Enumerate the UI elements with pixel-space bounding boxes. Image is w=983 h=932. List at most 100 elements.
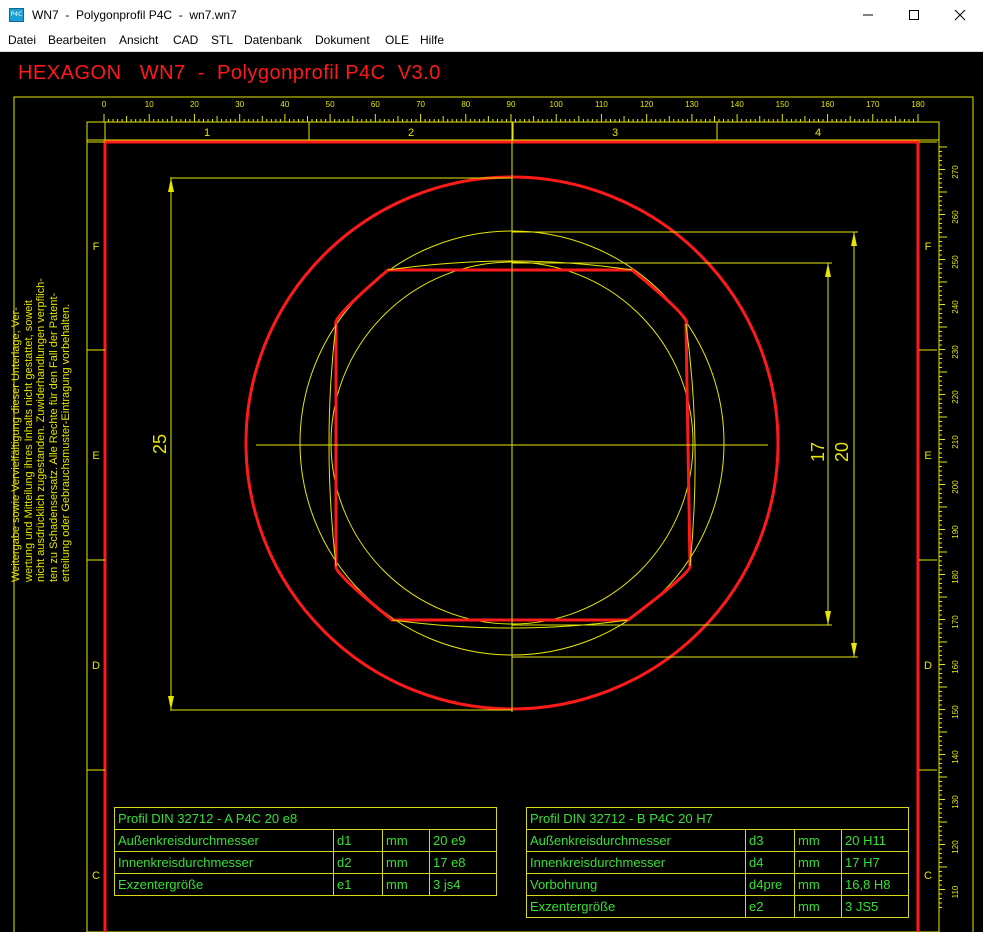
table-cell: d4pre (745, 873, 795, 896)
menu-dokument[interactable]: Dokument (315, 33, 370, 47)
ruler-label: 150 (776, 100, 790, 109)
table-cell: Innenkreisdurchmesser (526, 851, 746, 874)
table-cell: mm (794, 895, 842, 918)
zone-column-label: 4 (815, 127, 821, 139)
menu-bar: Datei Bearbeiten Ansicht CAD STL Datenba… (0, 30, 983, 52)
table-row: Exzentergröße e1 mm 3 js4 (114, 873, 497, 896)
ruler-label: 210 (951, 435, 960, 449)
ruler-label: 110 (595, 100, 608, 109)
dim-25-label: 25 (150, 434, 170, 454)
table-cell: 20 e9 (429, 829, 497, 852)
ruler-label: 30 (235, 100, 244, 109)
table-cell: Exzentergröße (526, 895, 746, 918)
ruler-label: 190 (951, 525, 960, 539)
table-cell: Außenkreisdurchmesser (526, 829, 746, 852)
dim-20-label: 20 (832, 442, 852, 462)
table-b-title: Profil DIN 32712 - B P4C 20 H7 (526, 807, 909, 830)
dim-20-arrow-top (851, 232, 857, 246)
ruler-label: 150 (951, 705, 960, 719)
table-cell: Innenkreisdurchmesser (114, 851, 334, 874)
dim-17-arrow-bottom (825, 611, 831, 625)
dim-20-arrow-bottom (851, 643, 857, 657)
zone-row-label: D (924, 660, 932, 672)
ruler-label: 170 (866, 100, 880, 109)
ruler-label: 220 (951, 390, 960, 404)
table-cell: Exzentergröße (114, 873, 334, 896)
ruler-label: 120 (640, 100, 654, 109)
table-cell: d3 (745, 829, 795, 852)
ruler-label: 250 (951, 255, 960, 269)
menu-stl[interactable]: STL (211, 33, 233, 47)
ruler-label: 40 (280, 100, 289, 109)
ruler-label: 140 (951, 750, 960, 764)
dim-17-arrow-top (825, 263, 831, 277)
table-cell: 17 e8 (429, 851, 497, 874)
ruler-label: 180 (911, 100, 925, 109)
ruler-label: 160 (951, 660, 960, 674)
ruler-label: 160 (821, 100, 835, 109)
table-cell: mm (794, 851, 842, 874)
drawing-canvas[interactable]: HEXAGON WN7 - Polygonprofil P4C V3.0 0 10… (0, 52, 983, 932)
table-cell: mm (794, 873, 842, 896)
ruler-label: 110 (951, 885, 960, 898)
top-ruler: 0 10 20 30 40 50 60 70 80 90 100 110 120 130 140 150 160… (102, 100, 925, 123)
close-icon (954, 9, 966, 21)
zone-row-label: F (925, 241, 932, 253)
ruler-label: 270 (951, 165, 960, 179)
ruler-label: 240 (951, 300, 960, 314)
ruler-label: 70 (416, 100, 425, 109)
zone-row-label: C (92, 870, 100, 882)
ruler-label: 260 (951, 210, 960, 224)
zone-row-label: E (924, 450, 931, 462)
ruler-label: 140 (730, 100, 744, 109)
menu-cad[interactable]: CAD (173, 33, 198, 47)
ruler-label: 170 (951, 615, 960, 629)
zone-column-label: 3 (612, 127, 618, 139)
ruler-label: 130 (951, 795, 960, 809)
zone-column-label: 1 (204, 127, 210, 139)
legal-notice-line: nicht ausdrücklich zugestanden. Zuwiderh… (35, 278, 47, 582)
ruler-label: 60 (371, 100, 380, 109)
menu-datenbank[interactable]: Datenbank (244, 33, 302, 47)
menu-bearbeiten[interactable]: Bearbeiten (48, 33, 106, 47)
dim-25-arrow-bottom (168, 696, 174, 710)
ruler-label: 200 (951, 480, 960, 494)
table-row: Außenkreisdurchmesser d3 mm 20 H11 (526, 829, 909, 852)
table-cell: mm (382, 851, 430, 874)
app-icon: P4C (9, 8, 24, 22)
ruler-label: 90 (507, 100, 516, 109)
dim-25-arrow-top (168, 178, 174, 192)
minimize-icon (863, 14, 873, 16)
ruler-label: 120 (951, 840, 960, 854)
table-a-title: Profil DIN 32712 - A P4C 20 e8 (114, 807, 497, 830)
ruler-label: 50 (326, 100, 335, 109)
profile-table-b: Profil DIN 32712 - B P4C 20 H7 Außenkrei… (526, 807, 909, 918)
legal-notice-line: ten zu Schadensersatz. Alle Rechte für d… (47, 292, 60, 582)
table-row: Exzentergröße e2 mm 3 JS5 (526, 895, 909, 918)
table-cell: d2 (333, 851, 383, 874)
dim-17-label: 17 (808, 442, 828, 462)
ruler-label: 10 (145, 100, 154, 109)
minimize-button[interactable] (845, 0, 891, 30)
table-cell: mm (382, 829, 430, 852)
table-cell: mm (794, 829, 842, 852)
ruler-label: 20 (190, 100, 199, 109)
table-cell: Außenkreisdurchmesser (114, 829, 334, 852)
ruler-label: 0 (102, 100, 107, 109)
menu-datei[interactable]: Datei (8, 33, 36, 47)
right-ruler: 270 260 250 240 230 220 210 200 190 180 170 160 150 1… (939, 146, 960, 908)
table-row: Innenkreisdurchmesser d2 mm 17 e8 (114, 851, 497, 874)
ruler-label: 130 (685, 100, 699, 109)
ruler-label: 80 (461, 100, 470, 109)
legal-notice-line: erteilung oder Gebrauchsmuster-Eintragun… (60, 303, 72, 582)
zone-row-label: F (93, 241, 100, 253)
maximize-icon (909, 10, 919, 20)
table-cell: 3 js4 (429, 873, 497, 896)
zone-column-label: 2 (408, 127, 414, 139)
menu-ansicht[interactable]: Ansicht (119, 33, 158, 47)
close-button[interactable] (937, 0, 983, 30)
menu-ole[interactable]: OLE (385, 33, 409, 47)
maximize-button[interactable] (891, 0, 937, 30)
table-cell: e2 (745, 895, 795, 918)
menu-hilfe[interactable]: Hilfe (420, 33, 444, 47)
